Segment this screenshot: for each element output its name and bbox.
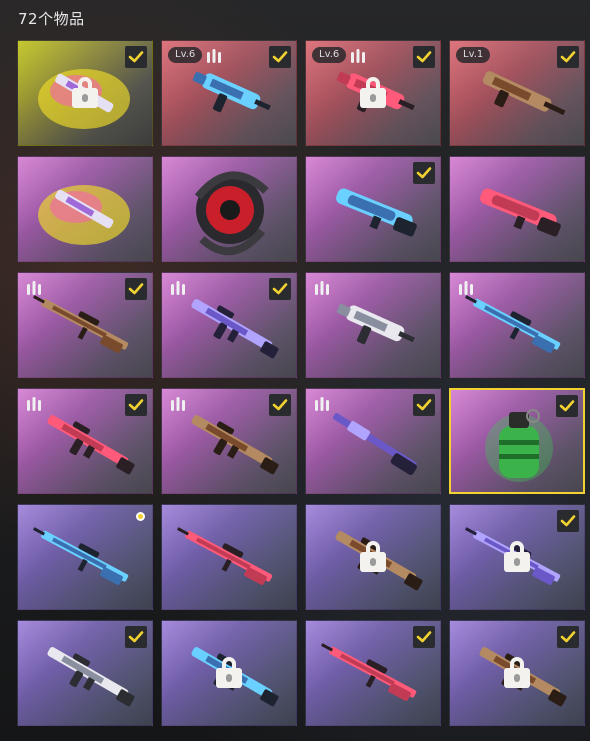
level-badge: Lv.1 — [456, 47, 491, 63]
lock-icon — [360, 541, 386, 572]
checkmark-icon[interactable] — [557, 510, 579, 532]
ammo-icon — [314, 395, 330, 415]
checkmark-icon[interactable] — [557, 46, 579, 68]
item-count-label: 72个物品 — [18, 10, 85, 28]
ammo-icon — [170, 395, 186, 415]
inventory-item-11[interactable] — [305, 272, 441, 378]
checkmark-icon[interactable] — [269, 394, 291, 416]
lock-icon — [504, 657, 530, 688]
inventory-item-13[interactable] — [17, 388, 153, 494]
checkmark-icon[interactable] — [413, 626, 435, 648]
inventory-item-10[interactable] — [161, 272, 297, 378]
ammo-icon — [350, 47, 366, 67]
inventory-item-7[interactable] — [305, 156, 441, 262]
inventory-item-18[interactable] — [161, 504, 297, 610]
inventory-item-15[interactable] — [305, 388, 441, 494]
lock-icon — [504, 541, 530, 572]
inventory-item-17[interactable] — [17, 504, 153, 610]
inventory-item-21[interactable] — [17, 620, 153, 726]
inventory-item-3[interactable]: Lv.6 — [305, 40, 441, 146]
checkmark-icon[interactable] — [125, 626, 147, 648]
lock-icon — [360, 77, 386, 108]
shotgun-icon — [450, 157, 584, 261]
ammo-icon — [458, 279, 474, 299]
inventory-item-5[interactable] — [17, 156, 153, 262]
inventory-item-8[interactable] — [449, 156, 585, 262]
inventory-grid: Lv.6 Lv.6 Lv.1 — [17, 40, 585, 726]
checkmark-icon[interactable] — [413, 46, 435, 68]
checkmark-icon[interactable] — [556, 395, 578, 417]
ammo-icon — [26, 279, 42, 299]
inventory-item-4[interactable]: Lv.1 — [449, 40, 585, 146]
inventory-item-2[interactable]: Lv.6 — [161, 40, 297, 146]
level-badge: Lv.6 — [168, 47, 203, 63]
inventory-item-9[interactable] — [17, 272, 153, 378]
checkmark-icon[interactable] — [125, 278, 147, 300]
checkmark-icon[interactable] — [413, 162, 435, 184]
checkmark-icon[interactable] — [557, 626, 579, 648]
inventory-item-24[interactable] — [449, 620, 585, 726]
level-badge: Lv.6 — [312, 47, 347, 63]
checkmark-icon[interactable] — [413, 394, 435, 416]
checkmark-icon[interactable] — [269, 278, 291, 300]
rifle-icon — [162, 505, 296, 609]
ammo-icon — [314, 279, 330, 299]
lock-icon — [72, 77, 98, 108]
ammo-icon — [206, 47, 222, 67]
paint-spray-icon — [18, 157, 152, 261]
inventory-item-14[interactable] — [161, 388, 297, 494]
ammo-icon — [170, 279, 186, 299]
inventory-item-6[interactable] — [161, 156, 297, 262]
checkmark-icon[interactable] — [269, 46, 291, 68]
checkmark-icon[interactable] — [125, 46, 147, 68]
inventory-item-23[interactable] — [305, 620, 441, 726]
inventory-item-1[interactable] — [17, 40, 153, 146]
inventory-item-12[interactable] — [449, 272, 585, 378]
checkmark-icon[interactable] — [125, 394, 147, 416]
inventory-item-19[interactable] — [305, 504, 441, 610]
inventory-item-20[interactable] — [449, 504, 585, 610]
ammo-icon — [26, 395, 42, 415]
lock-icon — [216, 657, 242, 688]
new-indicator-icon — [136, 512, 145, 521]
inventory-item-16[interactable] — [449, 388, 585, 494]
emblem-icon — [162, 157, 296, 261]
inventory-item-22[interactable] — [161, 620, 297, 726]
rifle-icon — [18, 505, 152, 609]
